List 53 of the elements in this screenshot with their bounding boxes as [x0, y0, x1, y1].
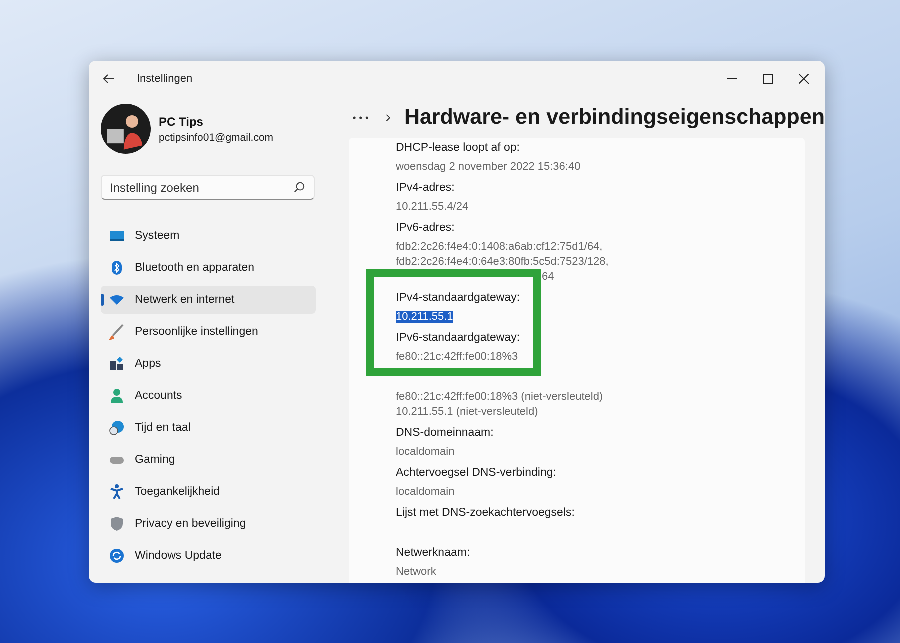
window-title: Instellingen: [137, 73, 193, 85]
search-icon[interactable]: [294, 182, 305, 193]
sidebar-item[interactable]: Bluetooth en apparaten: [101, 254, 316, 282]
property-value: localdomain: [396, 486, 455, 498]
search-field[interactable]: Instelling zoeken: [101, 175, 315, 200]
property-label: IPv6-standaardgateway:: [396, 331, 522, 346]
property-value: 10.211.55.1 (niet-versleuteld): [396, 406, 538, 418]
profile-email: pctipsinfo01@gmail.com: [159, 132, 274, 144]
maximize-icon[interactable]: [763, 74, 773, 84]
sidebar-item[interactable]: Gaming: [101, 446, 316, 474]
property-value: fdb2:2c26:f4e4:0:1408:a6ab:cf12:75d1/64,: [396, 241, 603, 253]
bluetooth-icon: [109, 260, 125, 276]
property-value: woensdag 2 november 2022 15:36:40: [396, 161, 581, 173]
monitor-icon: [109, 228, 125, 244]
page-title: Hardware- en verbindingseigenschappen: [404, 105, 825, 130]
sidebar-item[interactable]: Apps: [101, 350, 316, 378]
property-value: fe80::21c:42ff:fe00:18%3 (niet-versleuteld): [396, 391, 604, 403]
sidebar-item[interactable]: Netwerk en internet: [101, 286, 316, 314]
avatar-icon: [101, 104, 151, 154]
person-icon: [109, 388, 125, 404]
sidebar-item[interactable]: Systeem: [101, 222, 316, 250]
property-label: Lijst met DNS-zoekachtervoegsels:: [396, 506, 576, 521]
property-label: Netwerknaam:: [396, 546, 472, 561]
property-value: 10.211.55.4/24: [396, 201, 469, 213]
sidebar-item[interactable]: Persoonlijke instellingen: [101, 318, 316, 346]
globe-clock-icon: [109, 420, 125, 436]
sidebar-item[interactable]: Windows Update: [101, 542, 316, 570]
property-label: DHCP-lease loopt af op:: [396, 141, 522, 156]
property-label: IPv4-adres:: [396, 181, 456, 196]
accessibility-icon: [109, 484, 125, 500]
property-label: IPv4-standaardgateway:: [396, 291, 522, 306]
property-value: 64: [542, 270, 554, 285]
profile-name: PC Tips: [159, 114, 204, 128]
brush-icon: [109, 324, 125, 340]
property-value: 10.211.55.1: [396, 311, 454, 323]
close-icon[interactable]: [799, 74, 809, 84]
more-icon[interactable]: [353, 116, 369, 120]
sidebar-item[interactable]: Privacy en beveiliging: [101, 510, 316, 538]
property-value: fe80::21c:42ff:fe00:18%3: [396, 351, 518, 363]
sidebar-item[interactable]: Accounts: [101, 382, 316, 410]
update-icon: [109, 548, 125, 564]
back-arrow-icon[interactable]: [103, 74, 115, 84]
sidebar-item[interactable]: Tijd en taal: [101, 414, 316, 442]
chevron-right-icon: [386, 112, 390, 122]
property-label: Achtervoegsel DNS-verbinding:: [396, 466, 558, 481]
property-value: fdb2:2c26:f4e4:0:64e3:80fb:5c5d:7523/128,: [396, 256, 609, 268]
property-label: DNS-domeinnaam:: [396, 426, 495, 441]
property-label: IPv6-adres:: [396, 221, 456, 236]
sidebar-item[interactable]: Toegankelijkheid: [101, 478, 316, 506]
apps-icon: [109, 356, 125, 372]
shield-icon: [109, 516, 125, 532]
property-value: Network: [396, 566, 436, 578]
property-value: localdomain: [396, 446, 455, 458]
